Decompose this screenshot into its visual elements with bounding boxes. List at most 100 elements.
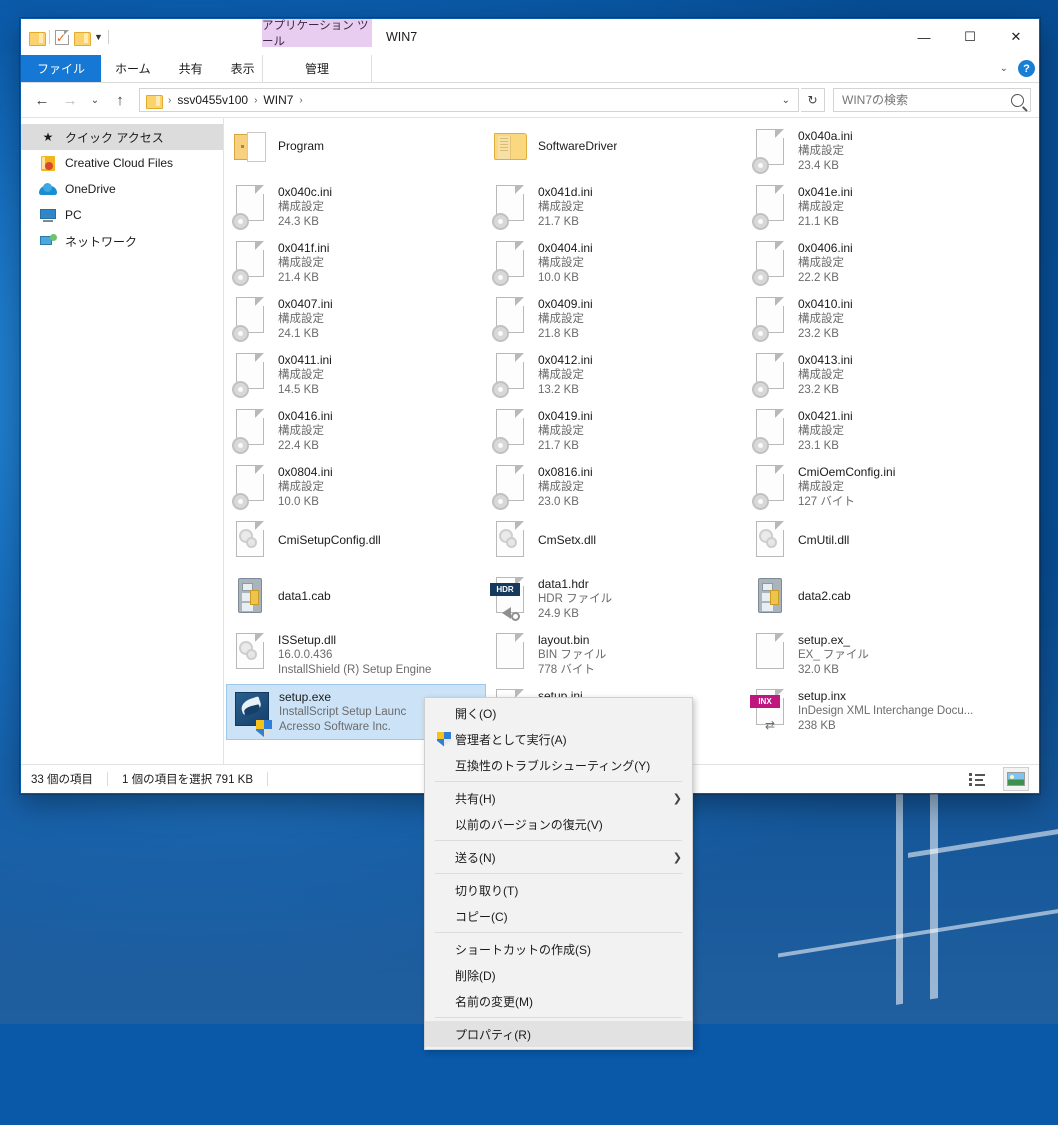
quick-access-toolbar[interactable]: ✓ ▼ xyxy=(29,24,109,50)
context-menu-item[interactable]: 以前のバージョンの復元(V) xyxy=(425,811,692,837)
tab-home[interactable]: ホーム xyxy=(101,55,165,82)
file-tile[interactable]: ISSetup.dll 16.0.0.436 InstallShield (R) S… xyxy=(226,628,486,684)
context-menu-item[interactable]: 互換性のトラブルシューティング(Y) xyxy=(425,752,692,778)
help-icon[interactable]: ? xyxy=(1018,60,1035,77)
tab-view[interactable]: 表示 xyxy=(217,55,269,82)
file-tile[interactable]: 0x0409.ini 構成設定 21.8 KB xyxy=(486,292,746,348)
context-menu-item[interactable]: 開く(O) xyxy=(425,700,692,726)
cabinet-file-icon xyxy=(752,577,790,623)
file-tile[interactable]: 0x041e.ini 構成設定 21.1 KB xyxy=(746,180,1006,236)
context-menu-item[interactable]: 共有(H) ❯ xyxy=(425,785,692,811)
close-button[interactable]: ✕ xyxy=(993,19,1039,55)
file-tile[interactable]: CmiOemConfig.ini 構成設定 127 バイト xyxy=(746,460,1006,516)
chevron-down-icon[interactable]: ⌄ xyxy=(1000,63,1008,74)
file-type: 構成設定 xyxy=(798,257,844,269)
file-tile[interactable]: 0x0816.ini 構成設定 23.0 KB xyxy=(486,460,746,516)
file-tile[interactable]: CmiSetupConfig.dll xyxy=(226,516,486,572)
file-meta: data1.hdr HDR ファイル 24.9 KB xyxy=(538,575,612,622)
folder-icon[interactable] xyxy=(29,31,46,46)
context-menu-item[interactable]: コピー(C) xyxy=(425,903,692,929)
breadcrumb-item-current[interactable]: WIN7 xyxy=(260,93,296,107)
search-icon[interactable] xyxy=(1011,93,1024,107)
file-tile[interactable]: 0x0416.ini 構成設定 22.4 KB xyxy=(226,404,486,460)
sidebar-item-creative-cloud-files[interactable]: Creative Cloud Files xyxy=(21,150,223,176)
context-menu-item[interactable]: 送る(N) ❯ xyxy=(425,844,692,870)
tab-share[interactable]: 共有 xyxy=(165,55,217,82)
breadcrumb[interactable]: › ssv0455v100 › WIN7 › ⌄ xyxy=(139,88,799,112)
window-body: ★ クイック アクセス Creative Cloud Files OneDriv… xyxy=(21,117,1039,764)
file-tile[interactable]: 0x041d.ini 構成設定 21.7 KB xyxy=(486,180,746,236)
context-menu-item[interactable]: プロパティ(R) xyxy=(425,1021,692,1047)
status-divider xyxy=(107,772,108,786)
file-tile[interactable]: Program xyxy=(226,124,486,180)
large-icons-view-button[interactable] xyxy=(1003,767,1029,791)
file-tile[interactable]: 0x0406.ini 構成設定 22.2 KB xyxy=(746,236,1006,292)
file-size: 22.4 KB xyxy=(278,440,319,452)
file-tile[interactable]: data1.cab xyxy=(226,572,486,628)
file-tile[interactable]: data2.cab xyxy=(746,572,1006,628)
file-tile[interactable]: 0x041f.ini 構成設定 21.4 KB xyxy=(226,236,486,292)
context-menu-separator xyxy=(435,1017,682,1018)
file-type: 構成設定 xyxy=(278,201,324,213)
file-tile[interactable]: CmUtil.dll xyxy=(746,516,1006,572)
file-tile[interactable]: ⇄ INX setup.inx InDesign XML Interchange Do… xyxy=(746,684,1006,740)
file-tile[interactable]: 0x040c.ini 構成設定 24.3 KB xyxy=(226,180,486,236)
file-tile[interactable]: 0x0804.ini 構成設定 10.0 KB xyxy=(226,460,486,516)
minimize-button[interactable]: — xyxy=(901,19,947,55)
large-icons-view-icon xyxy=(1007,772,1025,786)
details-view-button[interactable] xyxy=(965,768,989,790)
sidebar-item-pc[interactable]: PC xyxy=(21,202,223,228)
context-menu-item[interactable]: 削除(D) xyxy=(425,962,692,988)
file-list-pane[interactable]: Program SoftwareDriver 0x040a.ini 構成設定 23.4 … xyxy=(224,118,1039,764)
sidebar-item-label: クイック アクセス xyxy=(65,130,164,145)
ini-file-icon xyxy=(752,241,790,287)
file-meta: 0x0409.ini 構成設定 21.8 KB xyxy=(538,295,593,342)
file-type: 構成設定 xyxy=(278,481,324,493)
maximize-button[interactable]: ☐ xyxy=(947,19,993,55)
file-tile[interactable]: 0x0407.ini 構成設定 24.1 KB xyxy=(226,292,486,348)
context-menu-item[interactable]: 名前の変更(M) xyxy=(425,988,692,1014)
context-menu-item[interactable]: 切り取り(T) xyxy=(425,877,692,903)
recent-locations-button[interactable]: ⌄ xyxy=(85,87,105,113)
context-menu[interactable]: 開く(O) 管理者として実行(A) 互換性のトラブルシューティング(Y) 共有(H) ❯… xyxy=(424,697,693,1050)
chevron-down-icon[interactable]: ▼ xyxy=(94,32,103,42)
forward-button[interactable]: → xyxy=(57,87,83,113)
file-tile[interactable]: 0x0419.ini 構成設定 21.7 KB xyxy=(486,404,746,460)
file-tile[interactable]: SoftwareDriver xyxy=(486,124,746,180)
file-name: data2.cab xyxy=(798,589,851,603)
chevron-down-icon[interactable]: ⌄ xyxy=(782,95,794,106)
file-tile[interactable]: 0x0410.ini 構成設定 23.2 KB xyxy=(746,292,1006,348)
file-type: 構成設定 xyxy=(798,425,844,437)
search-input[interactable] xyxy=(840,92,1011,108)
sidebar-item-onedrive[interactable]: OneDrive xyxy=(21,176,223,202)
sidebar-item-network[interactable]: ネットワーク xyxy=(21,228,223,254)
context-menu-item[interactable]: 管理者として実行(A) xyxy=(425,726,692,752)
file-tile[interactable]: setup.ex_ EX_ ファイル 32.0 KB xyxy=(746,628,1006,684)
inx-file-icon: ⇄ INX xyxy=(750,689,790,735)
dll-file-icon xyxy=(232,633,270,679)
file-tile[interactable]: 0x0421.ini 構成設定 23.1 KB xyxy=(746,404,1006,460)
new-folder-icon[interactable] xyxy=(74,31,91,46)
sidebar-item-quick-access[interactable]: ★ クイック アクセス xyxy=(21,124,223,150)
file-tile[interactable]: 0x0412.ini 構成設定 13.2 KB xyxy=(486,348,746,404)
tab-file[interactable]: ファイル xyxy=(21,55,102,82)
back-button[interactable]: ← xyxy=(29,87,55,113)
hdr-file-icon: HDR xyxy=(490,577,530,623)
file-name: ISSetup.dll xyxy=(278,633,337,647)
file-tile[interactable]: 0x0411.ini 構成設定 14.5 KB xyxy=(226,348,486,404)
context-menu-item[interactable]: ショートカットの作成(S) xyxy=(425,936,692,962)
context-menu-item-label: 以前のバージョンの復元(V) xyxy=(455,817,603,832)
file-tile[interactable]: CmSetx.dll xyxy=(486,516,746,572)
file-tile[interactable]: 0x040a.ini 構成設定 23.4 KB xyxy=(746,124,1006,180)
file-tile[interactable]: 0x0413.ini 構成設定 23.2 KB xyxy=(746,348,1006,404)
tab-manage[interactable]: 管理 xyxy=(262,55,372,82)
file-tile[interactable]: HDR data1.hdr HDR ファイル 24.9 KB xyxy=(486,572,746,628)
file-tile[interactable]: layout.bin BIN ファイル 778 バイト xyxy=(486,628,746,684)
breadcrumb-item-root[interactable]: ssv0455v100 xyxy=(174,93,251,107)
search-box[interactable] xyxy=(833,88,1031,112)
file-name: 0x0419.ini xyxy=(538,409,593,423)
file-tile[interactable]: 0x0404.ini 構成設定 10.0 KB xyxy=(486,236,746,292)
refresh-button[interactable]: ↻ xyxy=(801,88,825,112)
up-button[interactable]: ↑ xyxy=(107,87,133,113)
properties-icon[interactable]: ✓ xyxy=(55,29,69,45)
